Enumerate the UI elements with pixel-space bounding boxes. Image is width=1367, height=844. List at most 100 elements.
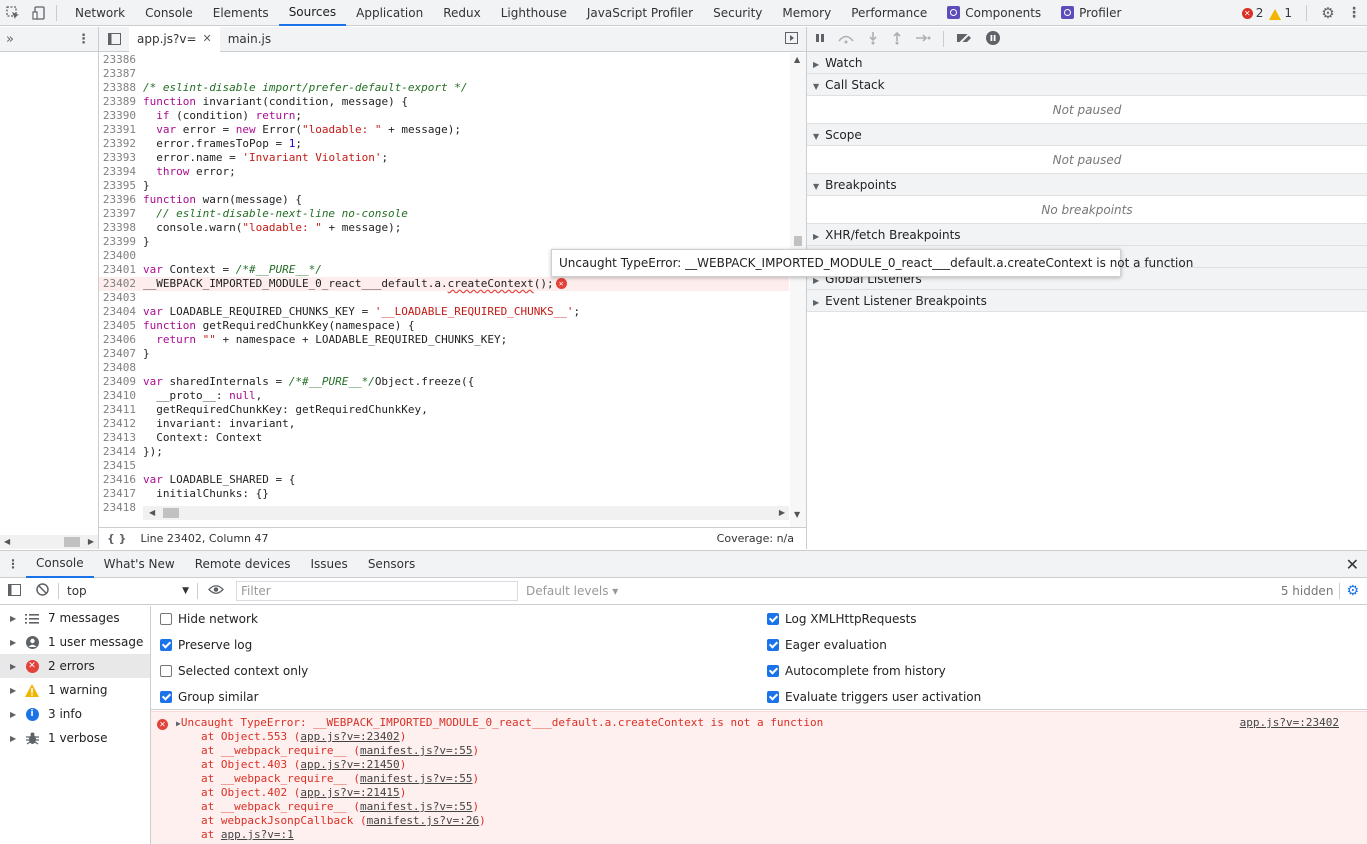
code-line[interactable]: 23388/* eslint-disable import/prefer-def… bbox=[99, 81, 789, 95]
expand-triangle-icon[interactable]: ▶ bbox=[10, 710, 24, 719]
line-number[interactable]: 23397 bbox=[99, 207, 143, 221]
stack-frame-link[interactable]: manifest.js?v=:55 bbox=[360, 772, 473, 785]
code-line[interactable]: 23416 var LOADABLE_SHARED = { bbox=[99, 473, 789, 487]
scrollbar-thumb[interactable] bbox=[794, 236, 802, 246]
checkbox[interactable] bbox=[160, 691, 172, 703]
code-line[interactable]: 23393 error.name = 'Invariant Violation'… bbox=[99, 151, 789, 165]
code-line[interactable]: 23417 initialChunks: {} bbox=[99, 487, 789, 501]
code-line[interactable]: 23397 // eslint-disable-next-line no-con… bbox=[99, 207, 789, 221]
navigator-horizontal-scrollbar[interactable]: ◀ ▶ bbox=[0, 535, 98, 549]
tab-profiler[interactable]: Profiler bbox=[1051, 0, 1131, 26]
code-line[interactable]: 23404 var LOADABLE_REQUIRED_CHUNKS_KEY = … bbox=[99, 305, 789, 319]
deactivate-breakpoints-icon[interactable] bbox=[956, 30, 974, 47]
toggle-console-sidebar-icon[interactable] bbox=[0, 583, 28, 599]
tab-performance[interactable]: Performance bbox=[841, 0, 937, 26]
checkbox[interactable] bbox=[160, 639, 172, 651]
tab-memory[interactable]: Memory bbox=[772, 0, 841, 26]
drawer-tab-remote-devices[interactable]: Remote devices bbox=[185, 551, 301, 578]
show-navigator-icon[interactable]: » bbox=[6, 32, 14, 47]
code-horizontal-scrollbar[interactable]: ◀ ▶ bbox=[143, 506, 789, 520]
setting-hide-network[interactable]: Hide network bbox=[160, 606, 258, 632]
expand-triangle-icon[interactable]: ▶ bbox=[10, 638, 24, 647]
line-number[interactable]: 23415 bbox=[99, 459, 143, 473]
pane-xhr-fetch-breakpoints[interactable]: ▶ XHR/fetch Breakpoints bbox=[807, 224, 1367, 246]
line-number[interactable]: 23405 bbox=[99, 319, 143, 333]
warning-count-badge[interactable]: 1 bbox=[1269, 6, 1292, 20]
toggle-navigator-icon[interactable] bbox=[99, 33, 129, 45]
code-line[interactable]: 23395} bbox=[99, 179, 789, 193]
checkbox[interactable] bbox=[767, 639, 779, 651]
expand-triangle-icon[interactable]: ▶ bbox=[10, 734, 24, 743]
expand-triangle-icon[interactable]: ▶ bbox=[10, 614, 24, 623]
step-into-icon[interactable] bbox=[867, 31, 879, 48]
line-number[interactable]: 23389 bbox=[99, 95, 143, 109]
drawer-menu-icon[interactable]: ⋮ bbox=[0, 557, 26, 571]
step-icon[interactable] bbox=[915, 32, 931, 47]
step-out-icon[interactable] bbox=[891, 31, 903, 48]
expand-triangle-icon[interactable]: ▶ bbox=[10, 686, 24, 695]
line-number[interactable]: 23400 bbox=[99, 249, 143, 263]
close-drawer-icon[interactable]: ✕ bbox=[1346, 555, 1359, 574]
scroll-left-icon[interactable]: ◀ bbox=[149, 508, 155, 517]
line-number[interactable]: 23390 bbox=[99, 109, 143, 123]
error-source-link[interactable]: app.js?v=:23402 bbox=[1240, 716, 1339, 729]
setting-eager-evaluation[interactable]: Eager evaluation bbox=[767, 632, 887, 658]
line-number[interactable]: 23409 bbox=[99, 375, 143, 389]
code-line[interactable]: 23413 Context: Context bbox=[99, 431, 789, 445]
stack-frame-link[interactable]: manifest.js?v=:55 bbox=[360, 800, 473, 813]
code-line[interactable]: 23410 __proto__: null, bbox=[99, 389, 789, 403]
scroll-down-icon[interactable]: ▼ bbox=[794, 510, 800, 519]
line-number[interactable]: 23416 bbox=[99, 473, 143, 487]
line-number[interactable]: 23417 bbox=[99, 487, 143, 501]
line-number[interactable]: 23401 bbox=[99, 263, 143, 277]
line-number[interactable]: 23411 bbox=[99, 403, 143, 417]
tab-application[interactable]: Application bbox=[346, 0, 433, 26]
code-line[interactable]: 23389 function invariant(condition, messa… bbox=[99, 95, 789, 109]
device-toolbar-icon[interactable] bbox=[26, 0, 52, 26]
error-marker-icon[interactable]: ✕ bbox=[555, 278, 567, 289]
code-line[interactable]: 23415 bbox=[99, 459, 789, 473]
more-options-icon[interactable]: ⋮ bbox=[1341, 0, 1367, 26]
drawer-tab-console[interactable]: Console bbox=[26, 551, 94, 578]
inspect-element-icon[interactable] bbox=[0, 0, 26, 26]
checkbox[interactable] bbox=[160, 665, 172, 677]
context-selector[interactable]: top ▼ bbox=[61, 581, 193, 601]
error-headline[interactable]: ▶Uncaught TypeError: __WEBPACK_IMPORTED_… bbox=[158, 716, 1367, 730]
line-number[interactable]: 23412 bbox=[99, 417, 143, 431]
code-line[interactable]: 23406 return "" + namespace + LOADABLE_R… bbox=[99, 333, 789, 347]
line-number[interactable]: 23398 bbox=[99, 221, 143, 235]
sidebar-item-1-verbose[interactable]: ▶ 1 verbose bbox=[0, 726, 150, 750]
tab-console[interactable]: Console bbox=[135, 0, 203, 26]
line-number[interactable]: 23413 bbox=[99, 431, 143, 445]
code-line[interactable]: 23387 bbox=[99, 67, 789, 81]
scroll-right-icon[interactable]: ▶ bbox=[779, 508, 785, 517]
checkbox[interactable] bbox=[767, 613, 779, 625]
tab-security[interactable]: Security bbox=[703, 0, 772, 26]
scroll-right-icon[interactable]: ▶ bbox=[88, 537, 94, 546]
log-levels-dropdown[interactable]: Default levels ▾ bbox=[526, 584, 618, 598]
line-number[interactable]: 23410 bbox=[99, 389, 143, 403]
line-number[interactable]: 23403 bbox=[99, 291, 143, 305]
close-tab-icon[interactable]: ✕ bbox=[203, 32, 212, 45]
clear-console-icon[interactable] bbox=[28, 583, 56, 599]
stack-frame-link[interactable]: app.js?v=:21415 bbox=[300, 786, 399, 799]
line-number[interactable]: 23388 bbox=[99, 81, 143, 95]
settings-gear-icon[interactable]: ⚙ bbox=[1315, 0, 1341, 26]
sidebar-item-1-user-message[interactable]: ▶ 1 user message bbox=[0, 630, 150, 654]
code-line[interactable]: 23412 invariant: invariant, bbox=[99, 417, 789, 431]
drawer-tab-issues[interactable]: Issues bbox=[301, 551, 358, 578]
line-number[interactable]: 23395 bbox=[99, 179, 143, 193]
stack-frame-link[interactable]: manifest.js?v=:26 bbox=[367, 814, 480, 827]
tab-components[interactable]: Components bbox=[937, 0, 1051, 26]
setting-group-similar[interactable]: Group similar bbox=[160, 684, 259, 710]
step-over-icon[interactable] bbox=[837, 32, 855, 47]
tab-redux[interactable]: Redux bbox=[433, 0, 491, 26]
code-line[interactable]: 23394 throw error; bbox=[99, 165, 789, 179]
code-line[interactable]: 23398 console.warn("loadable: " + messag… bbox=[99, 221, 789, 235]
line-number[interactable]: 23392 bbox=[99, 137, 143, 151]
stack-frame-link[interactable]: app.js?v=:21450 bbox=[300, 758, 399, 771]
editor-tab-app-js[interactable]: app.js?v= ✕ bbox=[129, 26, 220, 52]
pretty-print-icon[interactable]: { } bbox=[107, 532, 127, 545]
code-vertical-scrollbar[interactable]: ▲ ▼ bbox=[790, 53, 806, 533]
setting-evaluate-triggers-user-activation[interactable]: Evaluate triggers user activation bbox=[767, 684, 981, 710]
